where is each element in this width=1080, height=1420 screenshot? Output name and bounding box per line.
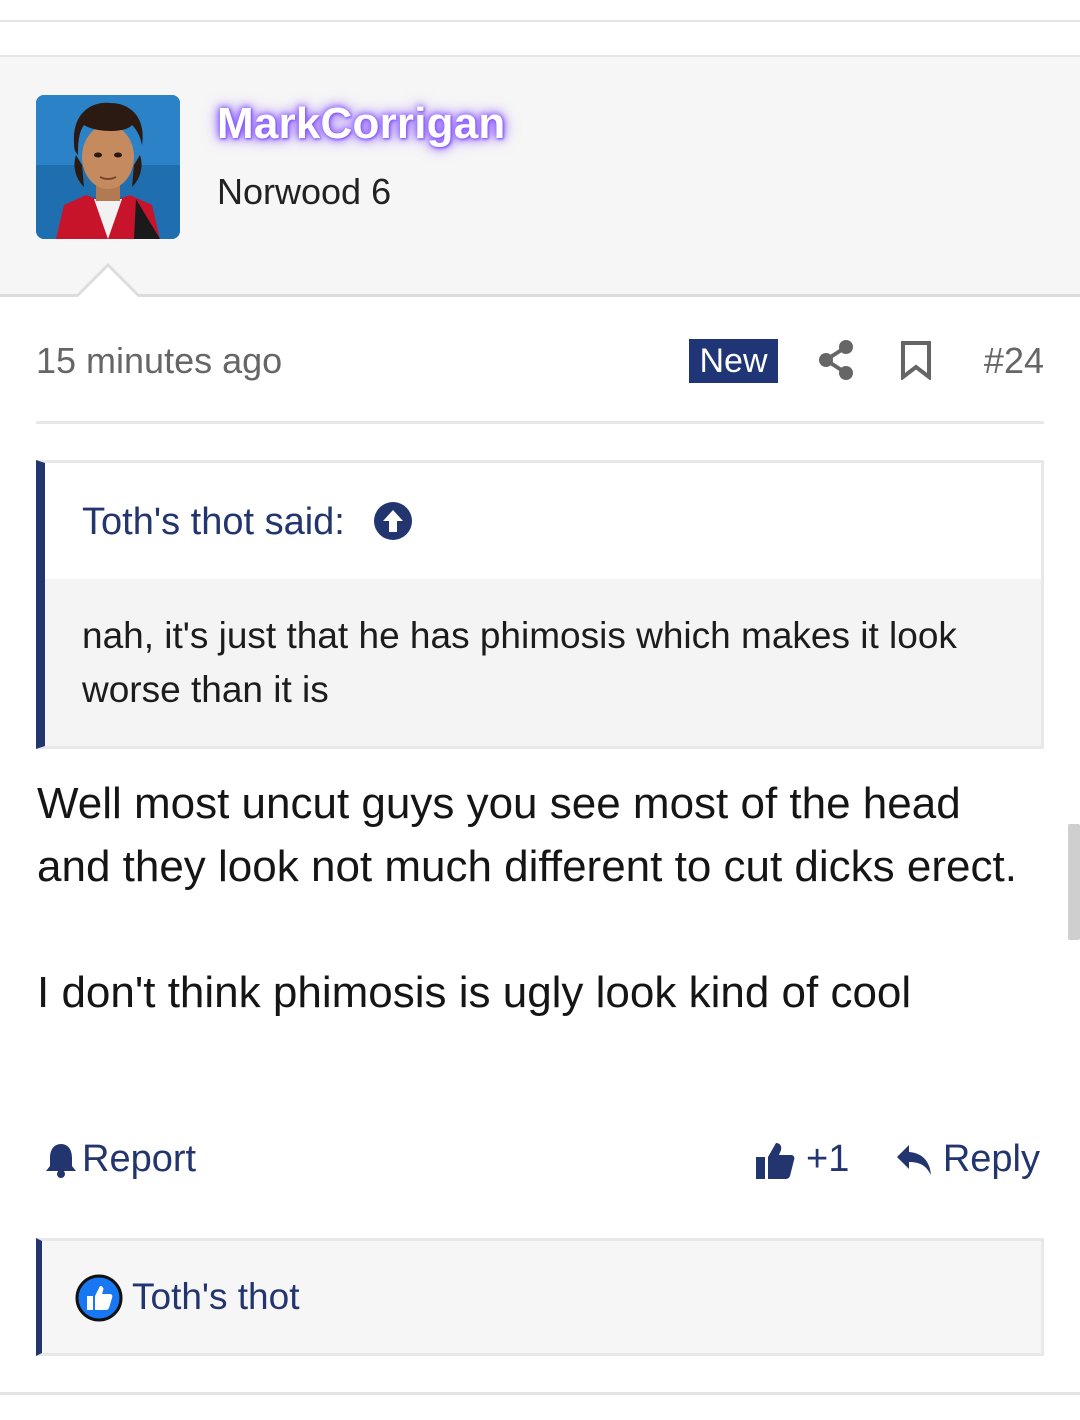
share-icon[interactable] [816,338,856,382]
quote-header: Toth's thot said: [45,463,1041,579]
post-actions: Report +1 Reply [36,1130,1044,1190]
post-user-header: MarkCorrigan Norwood 6 [0,55,1080,297]
divider [0,1392,1080,1395]
scrollbar-thumb[interactable] [1068,824,1080,940]
report-label: Report [82,1138,197,1180]
reply-button[interactable]: Reply [895,1138,1040,1181]
reaction-user-link[interactable]: Toth's thot [132,1276,300,1318]
report-button[interactable]: Report [44,1138,196,1181]
post-body: Well most uncut guys you see most of the… [37,772,1027,1024]
post-number-link[interactable]: #24 [984,340,1044,382]
meta-divider [36,421,1044,424]
new-badge: New [689,339,778,383]
quote-body: nah, it's just that he has phimosis whic… [45,579,1041,746]
like-reaction-icon [75,1274,123,1322]
reactions-bar: Toth's thot [36,1238,1044,1356]
reply-arrow-icon [896,1144,931,1175]
post-meta-row: 15 minutes ago New #24 [36,330,1044,390]
avatar[interactable] [36,95,180,239]
post-timestamp[interactable]: 15 minutes ago [36,340,282,382]
user-title: Norwood 6 [217,171,392,212]
post-page: MarkCorrigan Norwood 6 15 minutes ago Ne… [0,0,1080,1420]
post-paragraph: I don't think phimosis is ugly look kind… [37,968,912,1017]
avatar-image [36,95,180,239]
thumbs-up-icon [756,1142,795,1179]
quote-block: Toth's thot said: nah, it's just that he… [36,460,1044,749]
like-button[interactable]: +1 [754,1138,849,1181]
divider [0,20,1080,22]
username-link[interactable]: MarkCorrigan [217,99,505,149]
arrow-up-circle-icon[interactable] [373,501,413,541]
bell-icon [46,1143,76,1178]
quote-author[interactable]: Toth's thot said: [82,501,345,544]
bookmark-icon[interactable] [900,340,932,382]
header-pointer-fill [77,267,139,298]
post-paragraph: Well most uncut guys you see most of the… [37,779,1017,891]
reply-label: Reply [942,1138,1040,1180]
like-count: +1 [806,1138,850,1180]
quote-text: nah, it's just that he has phimosis whic… [82,615,957,710]
